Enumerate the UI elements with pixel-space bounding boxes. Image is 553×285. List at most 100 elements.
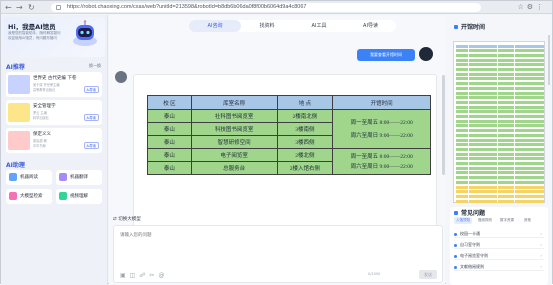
refresh-recommend-button[interactable]: 换一换 [89,63,101,69]
thumbnail-cell [515,100,544,104]
greeting-subtitle-2: 欢迎使用AI馆员，有问题尽管问 [8,36,57,40]
thumbnail-cell [469,68,497,71]
thumbnail-cell [469,180,497,184]
thumbnail-cell [456,44,468,48]
cell-campus: 泰山 [147,122,192,136]
thumbnail-row [456,138,544,142]
thumbnail-cell [515,49,544,53]
thumbnail-cell [469,49,497,53]
question-input[interactable] [120,232,420,252]
ai-read-button[interactable]: AI导读 [83,86,99,93]
tab-ai-tools[interactable]: AI工具 [293,20,345,32]
thumbnail-cell [456,194,468,198]
switch-model-button[interactable]: ⇄ 切换大模型 [113,216,141,222]
thumbnail-cell [469,100,497,104]
faq-tab[interactable]: 其他 [524,217,531,224]
thumbnail-cell [469,63,497,67]
reading-icon [9,173,17,181]
thumbnail-row [456,133,544,137]
recommend-item[interactable]: 世界史 古代史编 下卷 吴于廑 齐世荣主编 高等教育出版社 AI导读 [6,72,102,97]
thumbnail-cell [456,100,468,104]
thumbnail-row [456,68,544,72]
thumbnail-cell [469,157,497,161]
video-icon [59,192,67,200]
image-icon[interactable]: ▣ [120,272,130,279]
thumbnail-cell [515,72,544,76]
thumbnail-row [456,124,544,128]
thumbnail-cell [498,152,514,156]
faq-item[interactable]: 自习室守则 › [454,240,544,249]
address-bar[interactable]: https://robot.chaoxing.com/cxas/web?unit… [51,3,481,12]
thumbnail-cell [498,199,514,203]
chevron-right-icon: › [540,253,542,258]
browser-extension-icons[interactable]: ☆⚙⋮ [517,3,546,11]
thumbnail-cell [498,180,514,184]
reload-icon[interactable]: ↻ [28,2,35,13]
thumbnail-cell [456,152,468,156]
thumbnail-cell [469,143,497,147]
chat-scrollbar[interactable] [442,75,445,175]
tool-llm-search[interactable]: 大模型检索 [6,189,52,204]
thumbnail-cell [498,63,514,67]
thumbnail-row [456,96,544,100]
thumbnail-cell [456,180,468,184]
ai-read-button[interactable]: AI导读 [83,114,99,121]
weekend-hours: 周六至周日 9:00——22:00 [350,132,413,139]
faq-title-text: 常见问题 [461,210,486,217]
faq-item[interactable]: 文献借阅规则 › [454,262,544,271]
recommend-item[interactable]: 安全管理学 罗云 主编 科学出版社 AI导读 [6,100,102,125]
faq-item[interactable]: 电子阅览室守则 › [454,251,544,260]
faq-tab[interactable]: 借阅规则 [478,217,492,224]
tool-machine-reading[interactable]: 机器阅读 [6,170,52,185]
thumbnail-cell [469,58,497,62]
cell-room: 社科图书阅览室 [190,109,278,123]
chat-input-box[interactable]: ▣◫☍✂@ 0/1000 发送 [113,225,443,283]
tab-ai-consult[interactable]: AI咨询 [189,20,241,32]
recommend-item[interactable]: 保定义义 梁启超 著 中华书局 AI导读 [6,128,102,153]
faq-item[interactable]: 校园一卡通 › [454,229,544,238]
thumbnail-row [456,82,544,86]
tool-machine-translation[interactable]: 机器翻译 [56,170,102,185]
tool-label: 机器阅读 [20,175,38,180]
forward-icon[interactable]: → [16,2,23,13]
thumbnail-row [456,110,544,114]
thumbnail-cell [515,110,544,114]
column-header-location: 地 点 [276,95,334,110]
thumbnail-row [456,100,544,104]
link-icon[interactable]: ☍ [139,272,149,279]
folder-icon[interactable]: ◫ [130,272,140,279]
thumbnail-cell [498,77,514,81]
url-text: https://robot.chaoxing.com/cxas/web?unit… [67,4,307,10]
book-cover [8,75,30,94]
right-scrollbar[interactable] [548,35,550,85]
thumbnail-cell [498,72,514,76]
faq-tab[interactable]: 入馆须知 [454,217,472,224]
tool-video-understanding[interactable]: 视频理解 [56,189,102,204]
faq-tab[interactable]: 数字资源 [500,217,514,224]
browser-window: ← → ↻ https://robot.chaoxing.com/cxas/we… [0,0,553,285]
thumbnail-cell [469,96,497,100]
back-icon[interactable]: ← [5,2,12,13]
user-avatar [419,47,433,61]
thumbnail-cell [469,176,497,180]
thumbnail-row [456,180,544,184]
hours-table-thumbnail[interactable] [453,41,545,203]
thumbnail-cell [498,190,514,194]
thumbnail-row [456,86,544,90]
thumbnail-cell [498,53,514,57]
bullet-icon [454,265,457,269]
faq-title: 常见问题 [454,208,485,217]
tab-ai-guide[interactable]: AI导读 [345,20,396,32]
title-marker-icon [454,211,458,215]
thumbnail-row [456,44,544,48]
thumbnail-cell [456,63,468,67]
ai-read-button[interactable]: AI导读 [83,142,99,149]
thumbnail-row [456,105,544,109]
tab-find-resources[interactable]: 找资料 [241,20,293,32]
thumbnail-cell [456,166,468,170]
thumbnail-row [456,152,544,156]
cell-room: 电子阅览室 [190,148,278,162]
thumbnail-cell [456,176,468,180]
send-button[interactable]: 发送 [419,270,437,279]
at-icon[interactable]: @ [158,272,168,279]
